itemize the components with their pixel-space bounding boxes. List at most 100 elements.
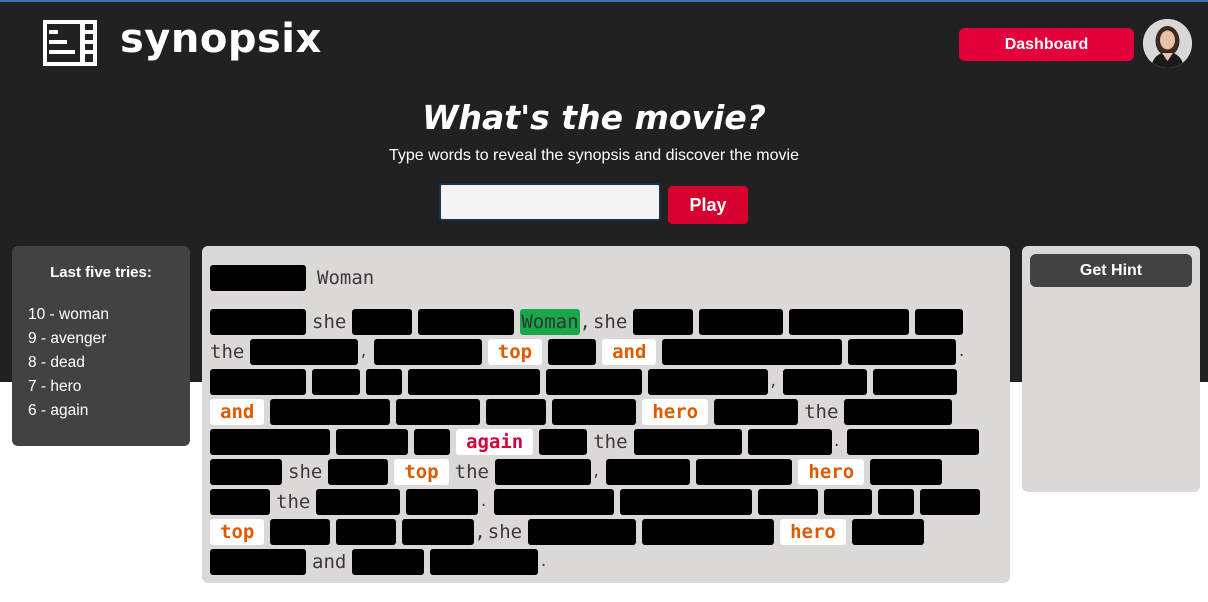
hidden-word [210, 429, 330, 455]
try-item: 9 - avenger [28, 330, 107, 347]
hidden-word [528, 519, 637, 545]
hidden-word [210, 489, 270, 515]
hidden-word [642, 519, 775, 545]
synopsis-line: the , top and . [210, 337, 1000, 367]
hidden-word [250, 339, 359, 365]
revealed-word: and [210, 399, 265, 425]
last-tries-title: Last five tries: [50, 264, 152, 281]
synopsis-text: she Woman , she the , top and . , and he… [210, 307, 1000, 577]
punctuation: , [769, 374, 778, 390]
hidden-word [408, 369, 540, 395]
found-word: Woman [520, 309, 580, 335]
try-item: 8 - dead [28, 354, 85, 371]
revealed-word: top [394, 459, 449, 485]
try-item: 7 - hero [28, 378, 82, 395]
hidden-word [336, 429, 408, 455]
revealed-word: the [454, 461, 489, 483]
hidden-word [366, 369, 402, 395]
synopsis-line: she top the , hero [210, 457, 1000, 487]
revealed-word: she [288, 461, 323, 483]
hidden-word [877, 489, 914, 515]
hidden-word [546, 369, 642, 395]
hidden-word [373, 339, 482, 365]
hidden-word [789, 309, 910, 335]
punctuation: , [579, 311, 591, 333]
last-tries-list: 10 - woman 9 - avenger 8 - dead 7 - hero… [28, 303, 190, 423]
hidden-word [714, 399, 799, 425]
hidden-word [316, 489, 401, 515]
revealed-word: hero [798, 459, 865, 485]
hint-panel: Get Hint [1022, 246, 1200, 492]
hidden-word [696, 459, 793, 485]
hidden-word [270, 399, 391, 425]
hidden-word [662, 339, 843, 365]
last-tries-panel: Last five tries: 10 - woman 9 - avenger … [12, 246, 190, 446]
hidden-word [210, 459, 282, 485]
synopsis-line: and hero the [210, 397, 1000, 427]
hidden-word [919, 489, 980, 515]
revealed-title-word: Woman [317, 267, 375, 289]
revealed-word: the [804, 401, 839, 423]
hidden-word [870, 459, 943, 485]
user-avatar[interactable] [1143, 19, 1192, 68]
hidden-word [548, 339, 597, 365]
hidden-word [336, 519, 397, 545]
revealed-word: and [602, 339, 657, 365]
hidden-word [418, 309, 515, 335]
synopsis-line: and . [210, 547, 1000, 577]
revealed-word: she [312, 311, 347, 333]
hidden-word [352, 549, 425, 575]
guess-input[interactable] [439, 183, 661, 221]
revealed-word: the [210, 341, 245, 363]
hidden-word [851, 519, 924, 545]
synopsis-line: , [210, 367, 1000, 397]
revealed-word: hero [642, 399, 709, 425]
hidden-word [210, 309, 306, 335]
punctuation: . [479, 494, 488, 510]
synopsis-line: again the . [210, 427, 1000, 457]
hidden-word [783, 369, 868, 395]
synopsis-line: the . [210, 487, 1000, 517]
hidden-word [270, 519, 331, 545]
hidden-word [699, 309, 784, 335]
revealed-word: top [487, 339, 543, 365]
logo[interactable]: synopsix [43, 16, 322, 66]
hidden-word [406, 489, 479, 515]
play-button[interactable]: Play [668, 186, 748, 224]
hidden-word [844, 399, 953, 425]
punctuation: , [359, 344, 368, 360]
hidden-word [757, 489, 818, 515]
get-hint-button[interactable]: Get Hint [1030, 254, 1192, 287]
hidden-word [328, 459, 389, 485]
revealed-word: top [210, 519, 265, 545]
revealed-word: hero [780, 519, 846, 545]
revealed-word: and [312, 551, 347, 573]
hidden-word [312, 369, 360, 395]
hidden-word [619, 489, 752, 515]
hidden-word [493, 489, 614, 515]
punctuation: , [474, 521, 486, 543]
hidden-word [606, 459, 691, 485]
hidden-word [210, 265, 306, 291]
hidden-word [747, 429, 832, 455]
synopsis-line: top , she hero [210, 517, 1000, 547]
revealed-word: the [276, 491, 311, 513]
page-title: What's the movie? [422, 98, 766, 137]
hidden-word [486, 399, 547, 425]
revealed-word: the [593, 431, 628, 453]
dashboard-button[interactable]: Dashboard [959, 28, 1134, 61]
avatar-portrait-icon [1143, 19, 1192, 68]
hidden-word [430, 549, 539, 575]
revealed-word: again [456, 429, 534, 455]
hidden-word [633, 309, 694, 335]
hidden-word [915, 309, 964, 335]
punctuation: . [539, 554, 548, 570]
hidden-word [414, 429, 450, 455]
hidden-word [352, 309, 413, 335]
try-item: 6 - again [28, 402, 89, 419]
try-item: 10 - woman [28, 306, 109, 323]
hidden-word [823, 489, 872, 515]
revealed-word: she [487, 521, 523, 543]
punctuation: . [957, 344, 966, 360]
hidden-word [846, 429, 979, 455]
